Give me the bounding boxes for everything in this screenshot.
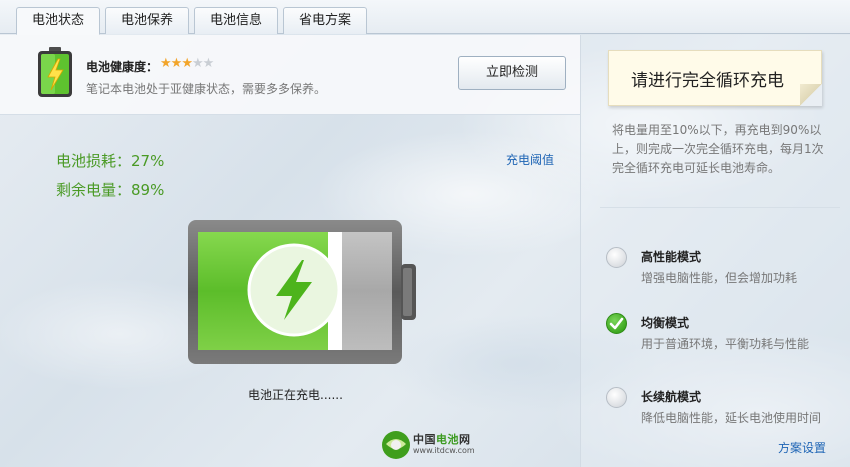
- tab-battery-care[interactable]: 电池保养: [105, 7, 189, 34]
- logo-url: www.itdcw.com: [413, 446, 475, 455]
- mode-name: 均衡模式: [641, 316, 690, 330]
- star-filled-icon: ★: [170, 56, 183, 71]
- charging-status-text: 电池正在充电......: [248, 388, 343, 402]
- tab-battery-status[interactable]: 电池状态: [16, 7, 100, 35]
- battery-level-graphic: [188, 220, 416, 364]
- star-filled-icon: ★: [160, 56, 172, 71]
- tip-description: 将电量用至10%以下，再充电到90%以上，则完成一次完全循环充电，每月1次完全循…: [612, 123, 824, 175]
- mode-name: 高性能模式: [641, 250, 702, 264]
- logo-text: 中国电池网: [413, 433, 471, 446]
- mode-name: 长续航模式: [641, 390, 702, 404]
- mode-description: 用于普通环境，平衡功耗与性能: [641, 337, 810, 351]
- tip-title: 请进行完全循环充电: [631, 71, 784, 91]
- tab-bar: 电池状态 电池保养 电池信息 省电方案: [0, 0, 850, 35]
- divider: [600, 207, 840, 208]
- health-description: 笔记本电池处于亚健康状态，需要多多保养。: [86, 82, 327, 96]
- radio-checked-icon[interactable]: [606, 313, 627, 334]
- remaining-charge-label: 剩余电量：89%: [56, 181, 165, 199]
- battery-charging-icon: [38, 47, 72, 97]
- battery-loss-label: 电池损耗：27%: [56, 152, 165, 170]
- star-empty-icon: ★: [202, 56, 215, 71]
- mode-description: 降低电脑性能，延长电池使用时间: [641, 411, 822, 425]
- health-rating-stars: ★★★★★: [160, 56, 215, 71]
- tab-battery-info[interactable]: 电池信息: [194, 7, 278, 34]
- detect-now-button[interactable]: 立即检测: [458, 56, 566, 90]
- plan-settings-link[interactable]: 方案设置: [778, 439, 826, 456]
- tab-power-saving-plan[interactable]: 省电方案: [283, 7, 367, 34]
- mode-description: 增强电脑性能，但会增加功耗: [641, 271, 798, 285]
- page-curl-decoration: [800, 84, 822, 106]
- tip-note: 请进行完全循环充电: [608, 50, 822, 106]
- battery-health-panel: 电池健康度： ★★★★★ 笔记本电池处于亚健康状态，需要多多保养。 立即检测: [0, 35, 580, 115]
- charge-threshold-link[interactable]: 充电阈值: [506, 151, 554, 168]
- star-filled-icon: ★: [181, 56, 193, 71]
- radio-button[interactable]: [606, 247, 627, 268]
- star-empty-icon: ★: [191, 56, 204, 71]
- health-title: 电池健康度：: [86, 60, 159, 74]
- radio-button[interactable]: [606, 387, 627, 408]
